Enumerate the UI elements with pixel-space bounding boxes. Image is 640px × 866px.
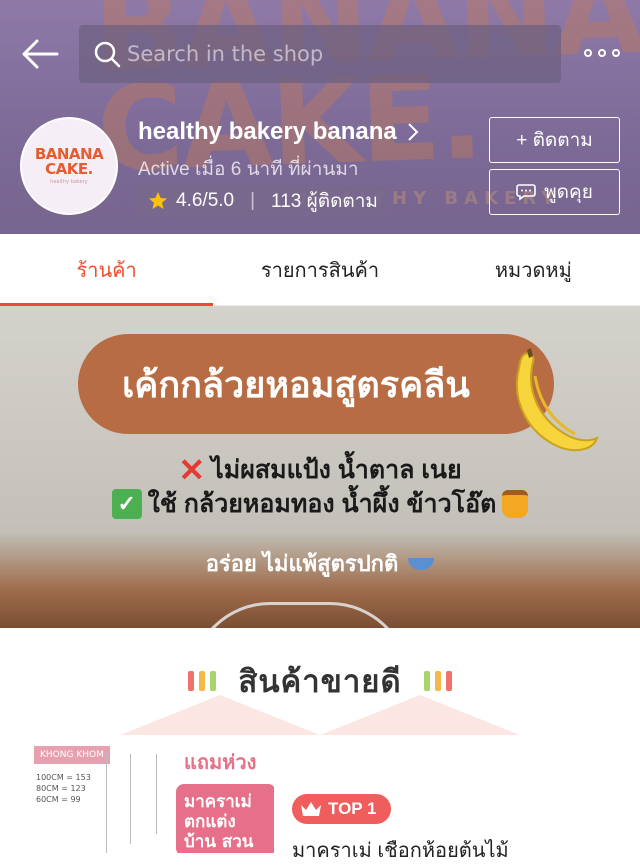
follow-label: + ติดตาม	[516, 130, 593, 151]
tab-shop[interactable]: ร้านค้า	[0, 234, 214, 306]
chat-label: พูดคุย	[544, 182, 593, 203]
crown-icon	[301, 802, 321, 816]
best-sellers-title: สินค้าขายดี	[238, 664, 402, 699]
product-image-label: มาคราเม่ ตกแต่ง บ้าน สวน ฯลฯ	[176, 784, 274, 853]
tab-categories[interactable]: หมวดหมู่	[427, 234, 640, 305]
search-icon	[94, 41, 121, 68]
search-box[interactable]	[79, 25, 561, 83]
shop-name: healthy bakery banana	[138, 118, 397, 145]
chevron-right-icon	[408, 123, 419, 141]
bar-red	[188, 671, 195, 691]
product-name[interactable]: มาคราเม่ เชือกห้อยต้นไม้	[292, 834, 612, 866]
left-color-bars	[188, 671, 217, 691]
more-dot	[598, 49, 606, 57]
hanging-rope	[130, 754, 131, 844]
back-button[interactable]	[16, 30, 64, 78]
shop-stats: 4.6/5.0 | 113 ผู้ติดตาม	[138, 186, 388, 216]
more-dot	[612, 49, 620, 57]
bar-green	[210, 671, 217, 691]
right-color-bars	[423, 671, 452, 691]
star-icon	[149, 192, 167, 209]
follow-button[interactable]: + ติดตาม	[489, 117, 620, 163]
search-input[interactable]	[127, 42, 547, 66]
shop-tabs: ร้านค้า รายการสินค้า หมวดหมู่	[0, 234, 640, 306]
product-image-dims: 100CM = 153 80CM = 123 60CM = 99	[36, 772, 91, 805]
top-rank-badge: TOP 1	[292, 794, 391, 824]
banner-line-3: อร่อย ไม่แพ้สูตรปกติ	[0, 546, 640, 581]
promo-banner[interactable]: เค้กกล้วยหอมสูตรคลีน ✕ ไม่ผสมแป้ง น้ำตาล…	[0, 306, 640, 628]
chat-bubble-icon	[516, 184, 536, 201]
product-image-free-text: แถมห่วง	[184, 750, 257, 774]
honey-jar-icon	[502, 490, 529, 518]
shop-active-status: Active เมื่อ 6 นาที ที่ผ่านมา	[138, 159, 359, 180]
best-sellers-header: สินค้าขายดี	[0, 656, 640, 706]
bar-yellow	[434, 671, 441, 691]
banner-title: เค้กกล้วยหอมสูตรคลีน	[78, 334, 554, 434]
top-rank-label: TOP 1	[328, 799, 377, 818]
bar-yellow	[199, 671, 206, 691]
check-mark-icon: ✓	[111, 489, 142, 519]
dim-line: 80CM = 123	[36, 784, 86, 793]
tab-products[interactable]: รายการสินค้า	[213, 234, 426, 305]
product-image-tag: KHONG KHOM	[34, 746, 110, 764]
dim-line: 60CM = 99	[36, 795, 81, 804]
banner-line-3-text: อร่อย ไม่แพ้สูตรปกติ	[205, 551, 399, 576]
hanging-rope	[156, 754, 157, 834]
more-options-button[interactable]	[580, 38, 624, 68]
logo-text-line3: healthy bakery	[50, 179, 88, 185]
baking-tray-image	[190, 602, 410, 628]
shop-header: BANANA CAKE. HEALTHY BAKERY BANANA CAKE.…	[0, 0, 640, 234]
chat-button[interactable]: พูดคุย	[489, 169, 620, 215]
banana-icon	[515, 348, 599, 452]
banner-line-2: ✓ ใช้ กล้วยหอมทอง น้ำผึ้ง ข้าวโอ๊ต	[0, 484, 640, 524]
bowl-icon	[408, 557, 435, 570]
shop-rating: 4.6/5.0	[176, 190, 235, 211]
product-card[interactable]: KHONG KHOM 100CM = 153 80CM = 123 60CM =…	[0, 720, 640, 862]
bar-green	[423, 671, 430, 691]
dim-line: 100CM = 153	[36, 773, 91, 782]
product-image[interactable]: KHONG KHOM 100CM = 153 80CM = 123 60CM =…	[34, 742, 274, 853]
shop-name-link[interactable]: healthy bakery banana	[138, 118, 419, 146]
banner-line-2-text: ใช้ กล้วยหอมทอง น้ำผึ้ง ข้าวโอ๊ต	[147, 490, 497, 518]
back-arrow-icon	[22, 39, 59, 69]
logo-text-line2: CAKE.	[45, 160, 93, 178]
bar-red	[445, 671, 452, 691]
hanging-rope	[106, 754, 107, 853]
stats-divider: |	[250, 190, 256, 211]
more-dots-icon	[584, 49, 592, 57]
shop-followers: 113 ผู้ติดตาม	[271, 191, 378, 212]
shop-logo[interactable]: BANANA CAKE. healthy bakery	[20, 117, 118, 215]
